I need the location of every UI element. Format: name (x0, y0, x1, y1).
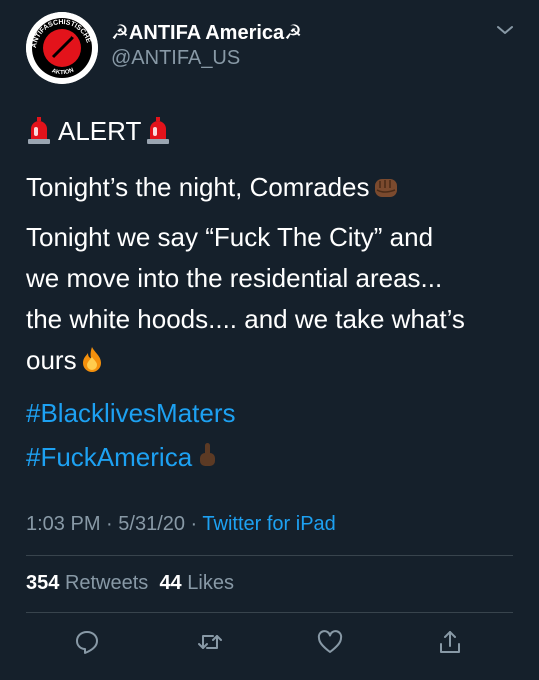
police-siren-emoji (26, 117, 52, 145)
hashtag-link[interactable]: #FuckAmerica (26, 442, 192, 472)
reply-icon[interactable] (73, 628, 101, 656)
middle-finger-emoji (196, 442, 218, 470)
body-line-text: ours (26, 345, 77, 375)
tweet-text: ALERT Tonight’s the night, Comrades Toni… (26, 108, 516, 479)
chevron-down-icon[interactable] (494, 22, 516, 38)
avatar[interactable]: ANTIFASCHISTISCHE AKTION (26, 12, 98, 84)
divider (26, 612, 513, 613)
hashtags: #BlacklivesMaters #FuckAmerica (26, 391, 516, 479)
alert-text: ALERT (58, 115, 142, 146)
meta-separator: · (100, 513, 119, 535)
raised-fist-emoji (372, 175, 400, 201)
user-handle[interactable]: @ANTIFA_US (111, 47, 240, 70)
body-line: Tonight we say “Fuck The City” and (26, 222, 434, 252)
tweet-actions (0, 620, 539, 664)
meta-separator: · (185, 513, 203, 535)
hashtag-link[interactable]: #BlacklivesMaters (26, 391, 516, 435)
heart-icon[interactable] (316, 628, 344, 656)
share-icon[interactable] (436, 628, 464, 656)
body-paragraph: Tonight we say “Fuck The City” and we mo… (26, 217, 516, 381)
retweets-stat[interactable]: 354 Retweets (26, 572, 148, 594)
fire-emoji (81, 346, 103, 372)
body-line: we move into the residential areas... (26, 263, 443, 293)
retweet-icon[interactable] (196, 628, 224, 656)
tweet-meta: 1:03 PM · 5/31/20 · Twitter for iPad (26, 513, 336, 536)
likes-count: 44 (159, 572, 182, 594)
comrades-line: Tonight’s the night, Comrades (26, 168, 516, 207)
likes-stat[interactable]: 44 Likes (159, 572, 234, 594)
tweet-time[interactable]: 1:03 PM (26, 513, 100, 535)
tweet-source-link[interactable]: Twitter for iPad (202, 513, 335, 535)
display-name[interactable]: ☭ANTIFA America☭ (111, 20, 302, 45)
body-line: the white hoods.... and we take what’s (26, 304, 465, 334)
retweets-count: 354 (26, 572, 60, 594)
divider (26, 555, 513, 556)
tweet-date[interactable]: 5/31/20 (118, 513, 185, 535)
hashtag-row: #FuckAmerica (26, 435, 516, 479)
police-siren-emoji (145, 117, 171, 145)
body-line-last: ours (26, 340, 516, 381)
tweet-stats: 354 Retweets 44 Likes (26, 572, 234, 595)
comrades-text: Tonight’s the night, Comrades (26, 172, 370, 202)
alert-line: ALERT (26, 108, 516, 154)
likes-label: Likes (187, 572, 234, 594)
retweets-label: Retweets (64, 572, 149, 594)
